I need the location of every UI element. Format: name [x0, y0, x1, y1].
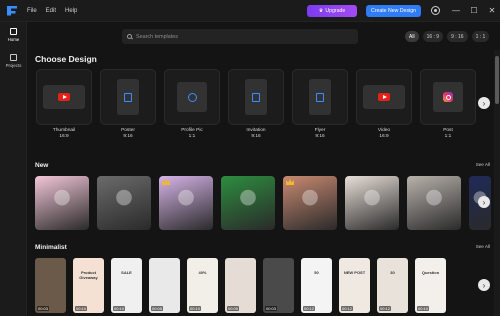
menu-file[interactable]: File: [27, 8, 37, 14]
minimalist-template-card[interactable]: 00:03: [35, 258, 66, 313]
crown-icon: ♛: [318, 8, 324, 14]
new-see-all-link[interactable]: See All: [476, 162, 490, 167]
upgrade-button[interactable]: ♛ Upgrade: [307, 5, 357, 17]
ratio-chip-1-1[interactable]: 1 : 1: [471, 31, 490, 42]
design-label-thumbnail: Thumbnail 16:9: [52, 128, 76, 139]
design-card-profile-pic[interactable]: [164, 69, 220, 125]
duration-badge: 00:10: [417, 306, 430, 311]
minimalist-template-card[interactable]: 30 00:12: [377, 258, 408, 313]
home-icon: [10, 28, 17, 35]
design-card-flyer[interactable]: [292, 69, 348, 125]
new-template-card[interactable]: [283, 176, 337, 230]
scrollbar-thumb[interactable]: [495, 56, 499, 104]
profile-icon: [187, 92, 197, 102]
ratio-filter: All 16 : 9 9 : 16 1 : 1: [405, 31, 490, 42]
design-card-poster[interactable]: [100, 69, 156, 125]
minimalist-template-card[interactable]: 40% 00:10: [187, 258, 218, 313]
minimalist-see-all-link[interactable]: See All: [476, 244, 490, 249]
invitation-icon: [252, 92, 260, 102]
new-template-card[interactable]: [159, 176, 213, 230]
ratio-chip-9-16[interactable]: 9 : 16: [447, 31, 468, 42]
sidebar-item-label: Projects: [5, 63, 22, 68]
template-headline: SALE: [121, 270, 132, 275]
duration-badge: 00:10: [189, 306, 202, 311]
sidebar-item-projects[interactable]: Projects: [0, 48, 27, 74]
template-headline: 30: [390, 270, 395, 275]
minimalist-section-title: Minimalist: [35, 244, 67, 251]
design-label-invitation: Invitation 9:16: [246, 128, 266, 139]
minimalist-template-card[interactable]: SALE 00:10: [111, 258, 142, 313]
upgrade-label: Upgrade: [325, 8, 346, 14]
poster-icon: [124, 92, 132, 102]
design-label-flyer: Flyer 9:16: [314, 128, 326, 139]
duration-badge: 00:05: [227, 306, 240, 311]
duration-badge: 00:10: [113, 306, 126, 311]
ratio-chip-16-9[interactable]: 16 : 9: [422, 31, 444, 42]
sidebar-item-home[interactable]: Home: [0, 22, 27, 48]
search-input[interactable]: Search templates: [122, 29, 358, 44]
new-next-button[interactable]: ›: [478, 196, 490, 208]
design-label-profile-pic: Profile Pic 1:1: [181, 128, 203, 139]
design-label-poster: Poster 9:16: [121, 128, 135, 139]
choose-design-next-button[interactable]: ›: [478, 97, 490, 109]
menu-edit[interactable]: Edit: [46, 8, 56, 14]
sidebar: Home Projects: [0, 22, 27, 316]
main-content: Choose Design › Thumbnail 16:9 Poster 9:16…: [27, 50, 492, 316]
template-headline: NEW POST: [343, 270, 366, 275]
new-template-card[interactable]: [97, 176, 151, 230]
new-template-card[interactable]: [221, 176, 275, 230]
template-headline: 50: [314, 270, 319, 275]
minimalist-template-card[interactable]: 00:03: [263, 258, 294, 313]
minimize-icon[interactable]: —: [450, 4, 462, 16]
scrollbar[interactable]: [494, 50, 500, 316]
youtube-icon: [378, 93, 390, 101]
minimalist-template-card[interactable]: NEW POST 00:12: [339, 258, 370, 313]
design-card-invitation[interactable]: [228, 69, 284, 125]
design-card-video[interactable]: [356, 69, 412, 125]
design-card-post[interactable]: [420, 69, 476, 125]
flyer-icon: [316, 92, 324, 102]
minimalist-template-card[interactable]: Question 00:10: [415, 258, 446, 313]
duration-badge: 00:12: [303, 306, 316, 311]
search-placeholder: Search templates: [136, 33, 178, 40]
minimalist-template-card[interactable]: 00:05: [149, 258, 180, 313]
duration-badge: 00:05: [151, 306, 164, 311]
youtube-icon: [58, 93, 70, 101]
title-bar: File Edit Help ♛ Upgrade Create New Desi…: [0, 0, 500, 22]
menu-bar: File Edit Help: [27, 8, 77, 14]
duration-badge: 00:12: [341, 306, 354, 311]
choose-design-title: Choose Design: [35, 54, 97, 64]
ratio-chip-all[interactable]: All: [405, 31, 419, 42]
new-template-card[interactable]: [407, 176, 461, 230]
app-logo-icon: [7, 5, 17, 16]
template-headline: Question: [421, 270, 440, 275]
minimalist-next-button[interactable]: ›: [478, 279, 490, 291]
minimalist-template-card[interactable]: 50 00:12: [301, 258, 332, 313]
create-new-design-button[interactable]: Create New Design: [366, 5, 421, 17]
design-card-thumbnail[interactable]: [36, 69, 92, 125]
design-label-video: Video 16:9: [377, 128, 391, 139]
projects-icon: [10, 54, 17, 61]
design-label-post: Post 1:1: [443, 128, 453, 139]
template-headline: Product Giveaway: [79, 270, 98, 280]
instagram-icon: [443, 92, 453, 102]
search-icon: [127, 34, 132, 39]
user-icon[interactable]: [431, 6, 440, 15]
new-template-card[interactable]: [35, 176, 89, 230]
menu-help[interactable]: Help: [65, 8, 77, 14]
duration-badge: 00:03: [37, 306, 50, 311]
duration-badge: 00:10: [75, 306, 88, 311]
template-headline: 40%: [198, 270, 207, 275]
duration-badge: 00:12: [379, 306, 392, 311]
new-template-card[interactable]: [345, 176, 399, 230]
close-icon[interactable]: ✕: [486, 4, 498, 16]
minimalist-template-card[interactable]: Product Giveaway 00:10: [73, 258, 104, 313]
minimalist-template-card[interactable]: 00:05: [225, 258, 256, 313]
maximize-icon[interactable]: ☐: [468, 4, 480, 16]
new-section-title: New: [35, 162, 49, 169]
duration-badge: 00:03: [265, 306, 278, 311]
sidebar-item-label: Home: [7, 37, 20, 42]
